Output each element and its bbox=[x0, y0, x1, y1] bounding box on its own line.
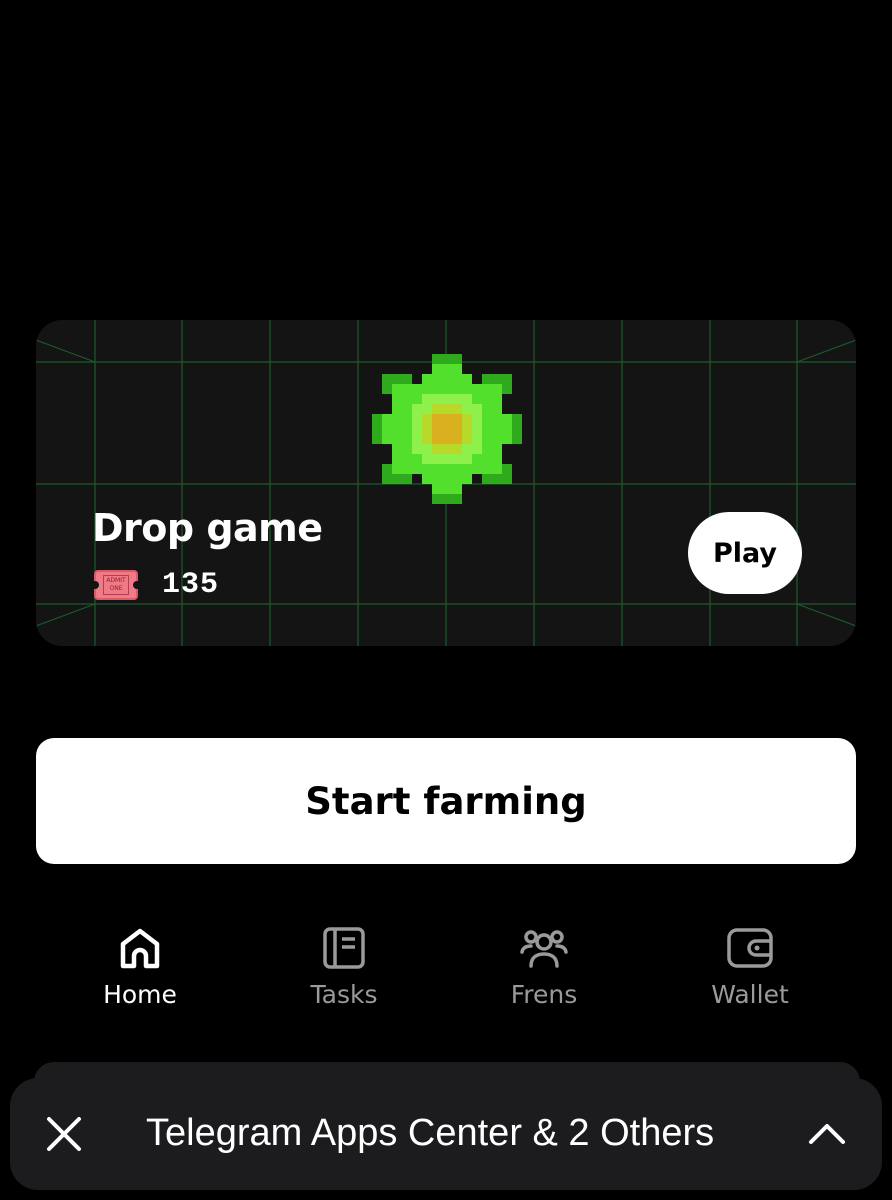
frens-icon bbox=[520, 930, 568, 968]
ticket-icon-label: ADMIT ONE bbox=[103, 575, 129, 595]
nav-item-frens[interactable]: Frens bbox=[464, 926, 624, 1009]
ticket-count: 135 bbox=[162, 568, 220, 602]
nav-label-frens: Frens bbox=[510, 980, 578, 1009]
nav-label-home: Home bbox=[103, 980, 177, 1009]
ticket-icon: ADMIT ONE bbox=[91, 570, 141, 600]
bottom-nav: Home Tasks Frens Wallet bbox=[0, 926, 892, 1026]
wallet-icon bbox=[727, 928, 773, 968]
game-title: Drop game bbox=[92, 506, 323, 550]
close-icon[interactable] bbox=[46, 1116, 82, 1152]
telegram-apps-title: Telegram Apps Center & 2 Others bbox=[146, 1112, 715, 1154]
nav-label-tasks: Tasks bbox=[310, 980, 378, 1009]
nav-label-wallet: Wallet bbox=[711, 980, 789, 1009]
screen: Drop game ADMIT ONE 135 Play Start farmi… bbox=[0, 0, 892, 1200]
play-button[interactable]: Play bbox=[688, 512, 802, 594]
home-icon bbox=[120, 928, 160, 969]
start-farming-button[interactable]: Start farming bbox=[36, 738, 856, 864]
ticket-balance: ADMIT ONE 135 bbox=[91, 568, 220, 602]
nav-item-tasks[interactable]: Tasks bbox=[264, 926, 424, 1009]
tasks-icon bbox=[323, 927, 365, 969]
chevron-up-icon[interactable] bbox=[808, 1120, 846, 1146]
clover-star-icon bbox=[372, 354, 522, 504]
nav-item-home[interactable]: Home bbox=[60, 926, 220, 1009]
nav-item-wallet[interactable]: Wallet bbox=[670, 926, 830, 1009]
